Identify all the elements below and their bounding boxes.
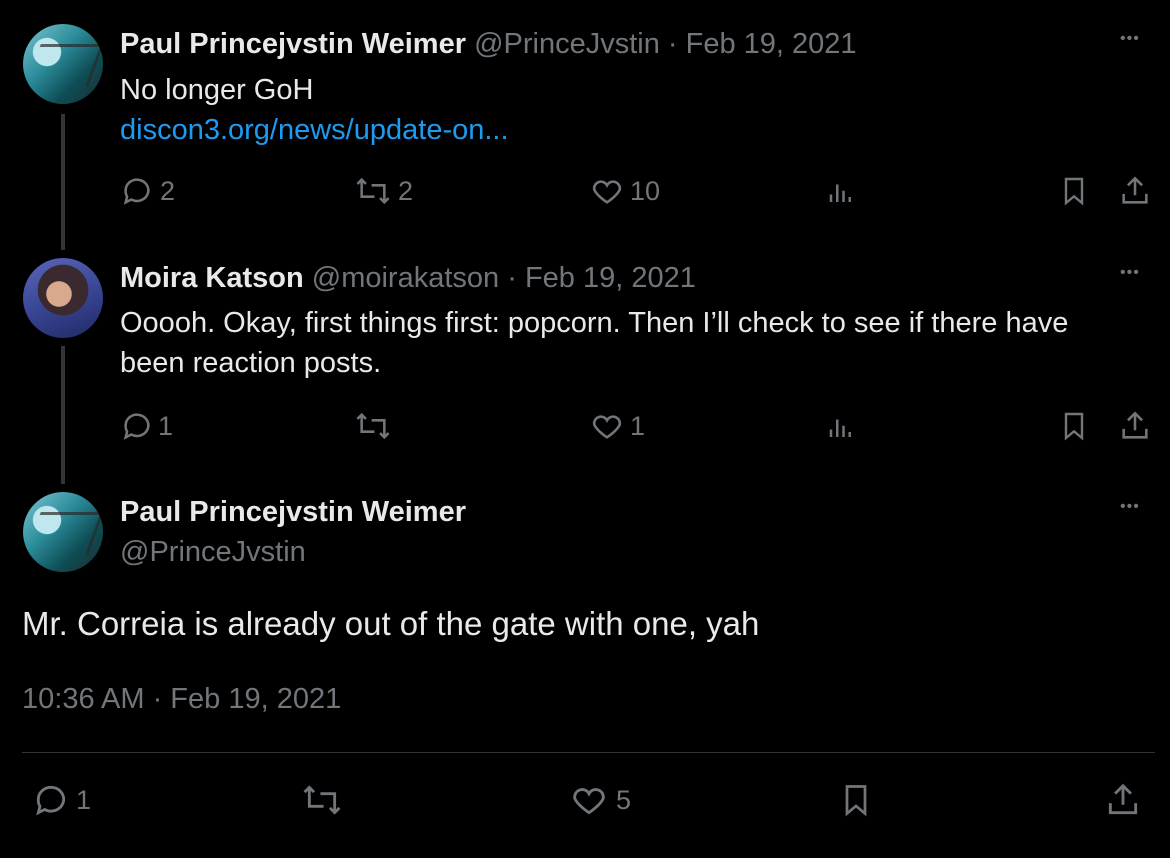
tweet-header: Moira Katson @moirakatson · Feb 19, 2021 <box>120 260 696 296</box>
share-button[interactable] <box>1118 409 1152 443</box>
bookmark-button[interactable] <box>1058 409 1090 443</box>
retweet-icon <box>303 785 341 815</box>
avatar[interactable] <box>23 24 103 104</box>
retweet-count: 2 <box>398 175 414 206</box>
share-icon <box>1122 176 1148 204</box>
bookmark-icon <box>1064 177 1084 206</box>
like-count: 5 <box>616 784 632 815</box>
views-button[interactable] <box>826 176 856 208</box>
reply-count: 1 <box>158 410 174 441</box>
separator: · <box>499 262 525 294</box>
retweet-icon <box>356 177 390 205</box>
share-button[interactable] <box>1118 174 1152 208</box>
reply-button[interactable]: 2 <box>120 174 175 208</box>
retweet-button[interactable] <box>354 409 392 443</box>
more-options-icon[interactable]: ••• <box>1120 30 1140 48</box>
more-options-icon[interactable]: ••• <box>1120 264 1140 282</box>
reply-count: 2 <box>160 175 176 206</box>
tweet-link[interactable]: discon3.org/news/update-on... <box>120 110 509 150</box>
bookmark-icon <box>1064 412 1084 441</box>
avatar[interactable] <box>23 492 103 572</box>
views-button[interactable] <box>826 411 856 443</box>
analytics-icon <box>829 184 851 202</box>
display-name[interactable]: Paul Princejvstin Weimer <box>120 28 466 60</box>
reply-button[interactable]: 1 <box>120 409 173 443</box>
bookmark-button[interactable] <box>1058 174 1090 208</box>
reply-icon <box>36 785 66 816</box>
like-count: 10 <box>630 175 661 206</box>
divider <box>22 752 1155 753</box>
like-count: 1 <box>630 410 646 441</box>
avatar[interactable] <box>23 258 103 338</box>
more-options-icon[interactable]: ••• <box>1120 498 1140 516</box>
tweet-date[interactable]: Feb 19, 2021 <box>686 28 857 60</box>
like-button[interactable]: 5 <box>570 781 631 819</box>
like-button[interactable]: 1 <box>590 409 645 443</box>
handle[interactable]: @moirakatson <box>312 262 499 294</box>
tweet-text: No longer GoH <box>120 74 314 106</box>
reply-button[interactable]: 1 <box>32 781 91 819</box>
retweet-button[interactable] <box>300 781 344 819</box>
bookmark-icon <box>845 785 867 817</box>
heart-icon <box>592 180 622 204</box>
tweet-header: Paul Princejvstin Weimer @PrinceJvstin ·… <box>120 26 857 62</box>
handle[interactable]: @PrinceJvstin <box>474 28 660 60</box>
share-icon <box>1122 411 1148 439</box>
reply-icon <box>123 178 150 205</box>
tweet-date[interactable]: Feb 19, 2021 <box>525 262 696 294</box>
share-icon <box>1108 783 1138 815</box>
tweet-text: been reaction posts. <box>120 347 382 379</box>
bookmark-button[interactable] <box>838 781 874 819</box>
display-name[interactable]: Paul Princejvstin Weimer <box>120 494 466 530</box>
thread-line <box>61 346 65 484</box>
heart-icon <box>573 788 605 815</box>
thread-line <box>61 114 65 250</box>
tweet-timestamp[interactable]: 10:36 AM · Feb 19, 2021 <box>22 680 341 718</box>
tweet-text: Ooooh. Okay, first things first: popcorn… <box>120 307 1069 339</box>
display-name[interactable]: Moira Katson <box>120 262 304 294</box>
separator: · <box>659 28 686 60</box>
analytics-icon <box>829 419 851 437</box>
reply-icon <box>123 413 150 440</box>
retweet-icon <box>356 412 390 440</box>
like-button[interactable]: 10 <box>590 174 660 208</box>
share-button[interactable] <box>1104 781 1142 819</box>
reply-count: 1 <box>76 784 92 815</box>
tweet-text: Mr. Correia is already out of the gate w… <box>22 605 760 642</box>
handle[interactable]: @PrinceJvstin <box>120 534 306 570</box>
heart-icon <box>592 415 622 439</box>
retweet-button[interactable]: 2 <box>354 174 413 208</box>
